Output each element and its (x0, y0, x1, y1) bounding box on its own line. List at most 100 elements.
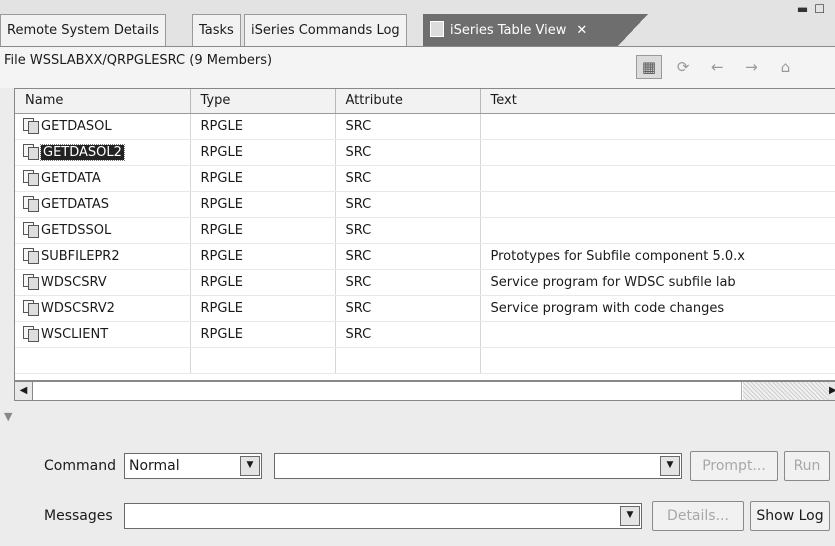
cell-text (480, 139, 835, 166)
column-header-attribute[interactable]: Attribute (335, 89, 481, 114)
table-row[interactable]: GETDATAS RPGLE SRC (15, 191, 835, 218)
source-member-icon (23, 248, 39, 264)
member-name: WDSCSRV (41, 275, 107, 290)
cell-type: RPGLE (190, 295, 336, 322)
tab-label: Remote System Details (7, 23, 159, 38)
messages-label: Messages (44, 508, 113, 524)
command-input[interactable] (274, 453, 682, 479)
member-name: GETDASOL2 (40, 144, 125, 161)
scroll-left-icon[interactable]: ◀ (15, 382, 33, 400)
view-toolbar: ▦ ⟳ ← → ⌂ (636, 55, 803, 80)
collapse-toggle-icon[interactable]: ▼ (4, 410, 12, 423)
cell-attribute: SRC (335, 139, 481, 166)
tab-label: iSeries Commands Log (251, 23, 400, 38)
messages-field[interactable] (124, 503, 642, 529)
table-row[interactable]: GETDSSOL RPGLE SRC (15, 217, 835, 244)
cell-type: RPGLE (190, 165, 336, 192)
cell-name: WDSCSRV (15, 269, 191, 296)
table-layout-icon[interactable]: ▦ (636, 55, 662, 79)
cell-name: GETDSSOL (15, 217, 191, 244)
table-row[interactable]: SUBFILEPR2 RPGLE SRC Prototypes for Subf… (15, 243, 835, 270)
tab-iseries-table-view[interactable]: iSeries Table View ✕ (423, 14, 619, 46)
cell-attribute: SRC (335, 191, 481, 218)
cell-attribute: SRC (335, 269, 481, 296)
source-member-icon (23, 300, 39, 316)
cell-name: GETDASOL (15, 113, 191, 140)
scroll-right-icon[interactable]: ▶ (829, 382, 835, 400)
member-name: GETDATAS (41, 197, 109, 212)
tab-label: iSeries Table View (450, 23, 567, 38)
tab-label: Tasks (199, 23, 234, 38)
cell-type: RPGLE (190, 321, 336, 348)
cell-attribute: SRC (335, 295, 481, 322)
refresh-icon[interactable]: ⟳ (670, 56, 696, 80)
cell-text (480, 191, 835, 218)
table-row[interactable]: WDSCSRV2 RPGLE SRC Service program with … (15, 295, 835, 322)
table-header-row: Name Type Attribute Text (15, 89, 835, 114)
cell-text (480, 217, 835, 244)
show-log-button[interactable]: Show Log (750, 501, 830, 531)
command-history-dropdown-icon[interactable]: ▼ (660, 456, 680, 476)
run-button[interactable]: Run (784, 451, 830, 481)
table-row[interactable]: GETDATA RPGLE SRC (15, 165, 835, 192)
cell-type: RPGLE (190, 191, 336, 218)
cell-type: RPGLE (190, 269, 336, 296)
minimize-icon[interactable]: ▬ (797, 2, 814, 16)
cell-text: Service program with code changes (480, 295, 835, 322)
member-name: WSCLIENT (41, 327, 109, 342)
command-mode-value: Normal (129, 458, 180, 474)
column-header-type[interactable]: Type (190, 89, 336, 114)
column-header-name[interactable]: Name (15, 89, 191, 114)
table-row[interactable]: WDSCSRV RPGLE SRC Service program for WD… (15, 269, 835, 296)
view-header: File WSSLABXX/QRPGLESRC (9 Members) ▦ ⟳ … (0, 46, 835, 88)
table-row[interactable]: WSCLIENT RPGLE SRC (15, 321, 835, 348)
empty-row (15, 347, 835, 374)
command-mode-dropdown-icon[interactable]: ▼ (240, 456, 260, 476)
cell-type: RPGLE (190, 139, 336, 166)
cell-name: GETDATA (15, 165, 191, 192)
window-controls: ▬☐ (797, 2, 831, 16)
table-row-selected[interactable]: GETDASOL2 RPGLE SRC (15, 139, 835, 166)
command-label: Command (44, 458, 116, 474)
source-member-icon (23, 144, 39, 160)
member-name: GETDATA (41, 171, 101, 186)
cell-name: WSCLIENT (15, 321, 191, 348)
table-row[interactable]: GETDASOL RPGLE SRC (15, 113, 835, 140)
cell-name: GETDATAS (15, 191, 191, 218)
cell-text (480, 165, 835, 192)
details-button[interactable]: Details... (652, 501, 744, 531)
source-member-icon (23, 274, 39, 290)
cell-text (480, 321, 835, 348)
close-icon[interactable]: ✕ (576, 23, 587, 38)
scrollbar-track[interactable] (743, 382, 829, 400)
cell-attribute: SRC (335, 321, 481, 348)
member-name: GETDASOL (41, 119, 112, 134)
home-icon[interactable]: ⌂ (773, 56, 799, 80)
tab-remote-system-details[interactable]: Remote System Details (0, 14, 166, 46)
source-member-icon (23, 118, 39, 134)
forward-arrow-icon[interactable]: → (738, 56, 764, 80)
tab-curve (618, 14, 648, 46)
maximize-icon[interactable]: ☐ (814, 2, 831, 16)
cell-type: RPGLE (190, 217, 336, 244)
prompt-button[interactable]: Prompt... (690, 451, 778, 481)
column-header-text[interactable]: Text (480, 89, 835, 114)
cell-text: Service program for WDSC subfile lab (480, 269, 835, 296)
messages-dropdown-icon[interactable]: ▼ (620, 506, 640, 526)
cell-type: RPGLE (190, 113, 336, 140)
cell-text: Prototypes for Subfile component 5.0.x (480, 243, 835, 270)
scrollbar-thumb[interactable] (34, 382, 742, 400)
view-tab-bar: Remote System Details Tasks iSeries Comm… (0, 0, 835, 46)
back-arrow-icon[interactable]: ← (704, 56, 730, 80)
cell-name: GETDASOL2 (15, 139, 191, 166)
cell-attribute: SRC (335, 243, 481, 270)
members-table: Name Type Attribute Text GETDASOL RPGLE … (14, 88, 835, 381)
source-member-icon (23, 326, 39, 342)
tab-tasks[interactable]: Tasks (192, 14, 241, 46)
member-name: SUBFILEPR2 (41, 249, 120, 264)
member-name: WDSCSRV2 (41, 301, 115, 316)
table-view-icon (430, 21, 444, 37)
tab-iseries-commands-log[interactable]: iSeries Commands Log (244, 14, 407, 46)
source-member-icon (23, 222, 39, 238)
horizontal-scrollbar[interactable]: ◀ ▶ (14, 381, 835, 401)
